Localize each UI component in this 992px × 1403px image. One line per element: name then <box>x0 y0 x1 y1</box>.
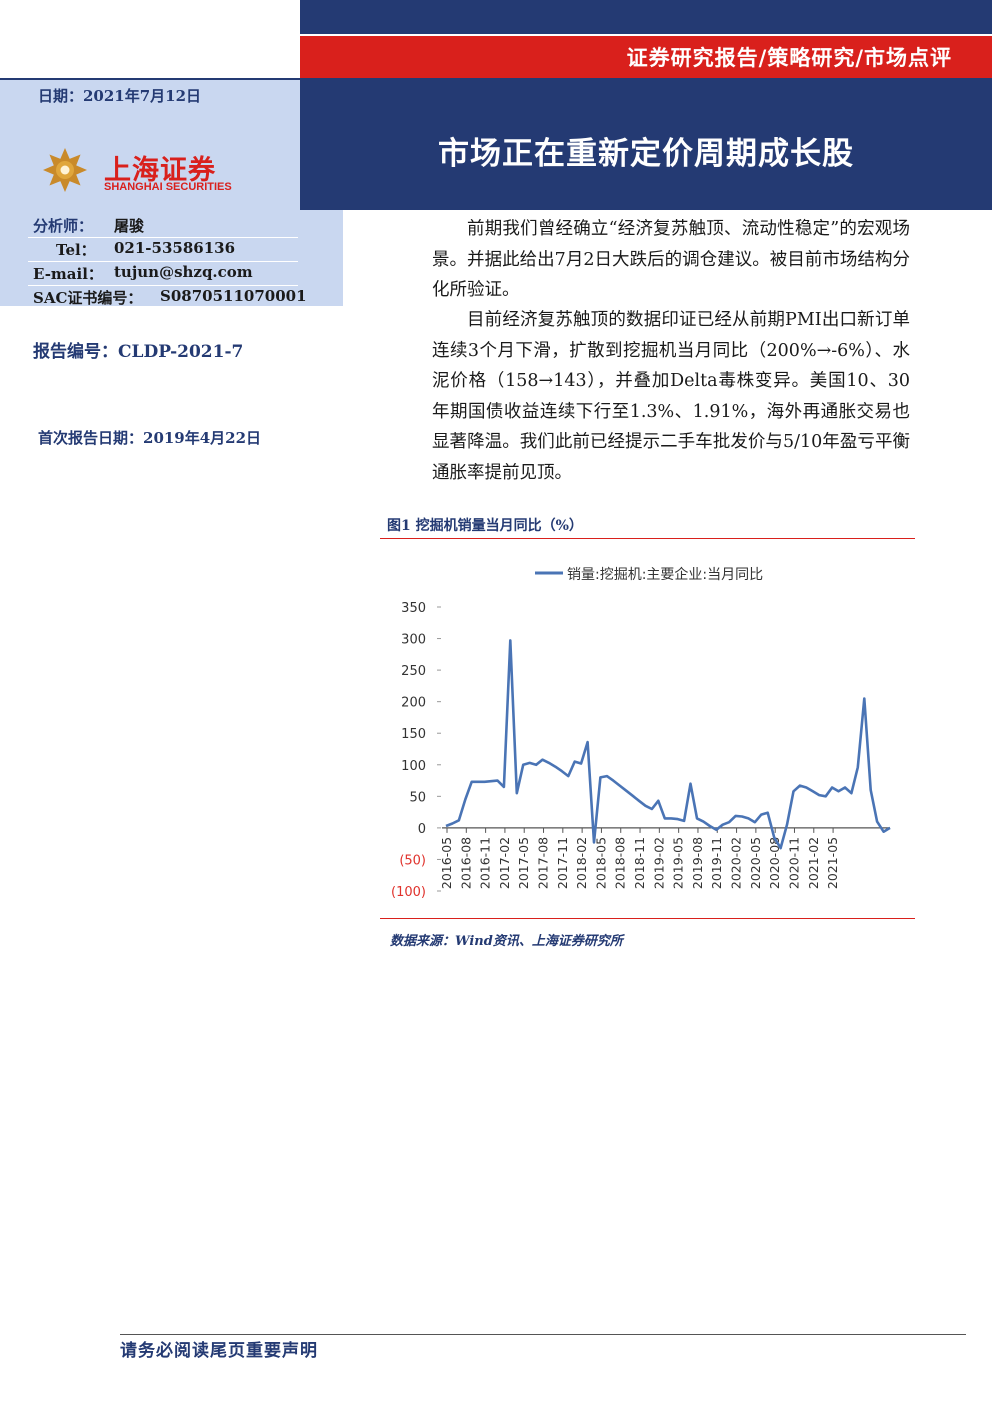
x-tick-label: 2020-11 <box>786 837 801 889</box>
logo-text-en: SHANGHAI SECURITIES <box>104 181 232 193</box>
series-line <box>445 639 891 850</box>
tel-value: 021-53586136 <box>114 239 236 257</box>
x-tick-label: 2017-05 <box>516 837 531 889</box>
x-tick-label: 2020-05 <box>748 837 763 889</box>
y-tick-label: 250 <box>401 664 426 679</box>
x-tick-label: 2020-02 <box>729 837 744 889</box>
x-tick-label: 2016-08 <box>458 837 473 889</box>
email-value[interactable]: tujun@shzq.com <box>114 263 253 281</box>
x-tick-label: 2019-11 <box>709 837 724 889</box>
y-tick-label: 350 <box>401 601 426 616</box>
tel-label: Tel： <box>56 241 96 259</box>
y-tick-label: 50 <box>409 790 426 805</box>
figure-source: 数据来源：Wind资讯、上海证券研究所 <box>390 934 623 949</box>
analyst-row: 分析师： 屠骏 <box>0 212 343 236</box>
footer-disclaimer: 请务必阅读尾页重要声明 <box>120 1341 318 1361</box>
y-tick-label: 300 <box>401 633 426 648</box>
analyst-panel: 分析师： 屠骏 Tel： 021-53586136 E-mail： tujun@… <box>0 210 343 308</box>
analyst-name: 屠骏 <box>114 217 145 235</box>
report-date: 日期：2021年7月12日 <box>38 87 202 105</box>
x-axis: 2016-05 2016-08 2016-11 2017-02 2017-05 2017-… <box>439 827 840 889</box>
x-tick-label: 2018-05 <box>593 837 608 889</box>
x-tick-label: 2019-08 <box>690 837 705 889</box>
sac-label: SAC证书编号： <box>33 289 143 307</box>
logo-icon <box>43 148 87 192</box>
x-tick-label: 2019-02 <box>651 837 666 889</box>
x-tick-label: 2017-02 <box>497 837 512 889</box>
x-tick-label: 2016-05 <box>439 837 454 889</box>
legend-label: 销量:挖掘机:主要企业:当月同比 <box>567 566 763 583</box>
figure-top-rule <box>380 538 915 539</box>
footer-rule <box>120 1334 966 1335</box>
y-axis: 350 300 250 200 150 100 50 0 (50) (100) <box>391 601 441 900</box>
y-tick-label: (100) <box>391 885 426 900</box>
y-tick-label: 150 <box>401 727 426 742</box>
y-tick-label: 200 <box>401 696 426 711</box>
figure-caption: 图1 挖掘机销量当月同比（%） <box>387 518 583 534</box>
x-tick-label: 2018-02 <box>574 837 589 889</box>
first-report-date: 首次报告日期：2019年4月22日 <box>38 429 262 447</box>
analyst-row: E-mail： tujun@shzq.com <box>0 260 343 284</box>
excavator-chart: 销量:挖掘机:主要企业:当月同比 350 300 250 200 150 100 50 0 (5… <box>391 566 891 900</box>
x-tick-label: 2017-08 <box>536 837 551 889</box>
x-tick-label: 2018-08 <box>613 837 628 889</box>
y-tick-label: 0 <box>418 822 426 837</box>
analyst-row: SAC证书编号： S0870511070001 <box>0 284 343 308</box>
body-paragraph: 目前经济复苏触顶的数据印证已经从前期PMI出口新订单连续3个月下滑，扩散到挖掘机… <box>432 310 910 483</box>
report-number: 报告编号：CLDP-2021-7 <box>33 342 244 362</box>
sac-value: S0870511070001 <box>160 287 307 305</box>
figure-bottom-rule <box>380 918 915 919</box>
x-tick-label: 2017-11 <box>555 837 570 889</box>
report-type: 证券研究报告/策略研究/市场点评 <box>626 45 952 70</box>
page-title: 市场正在重新定价周期成长股 <box>438 136 854 172</box>
chart-legend: 销量:挖掘机:主要企业:当月同比 <box>535 566 763 583</box>
x-tick-label: 2018-11 <box>632 837 647 889</box>
y-tick-label: 100 <box>401 759 426 774</box>
x-tick-label: 2019-05 <box>671 837 686 889</box>
body-paragraph: 前期我们曾经确立“经济复苏触顶、流动性稳定”的宏观场景。并据此给出7月2日大跌后… <box>432 219 910 300</box>
x-tick-label: 2016-11 <box>478 837 493 889</box>
x-tick-label: 2021-05 <box>825 837 840 889</box>
header-banner <box>300 0 992 210</box>
analyst-row: Tel： 021-53586136 <box>0 236 343 260</box>
y-tick-label: (50) <box>399 853 426 868</box>
email-label: E-mail： <box>33 265 103 283</box>
x-tick-label: 2021-02 <box>806 837 821 889</box>
analyst-label: 分析师： <box>33 217 94 235</box>
